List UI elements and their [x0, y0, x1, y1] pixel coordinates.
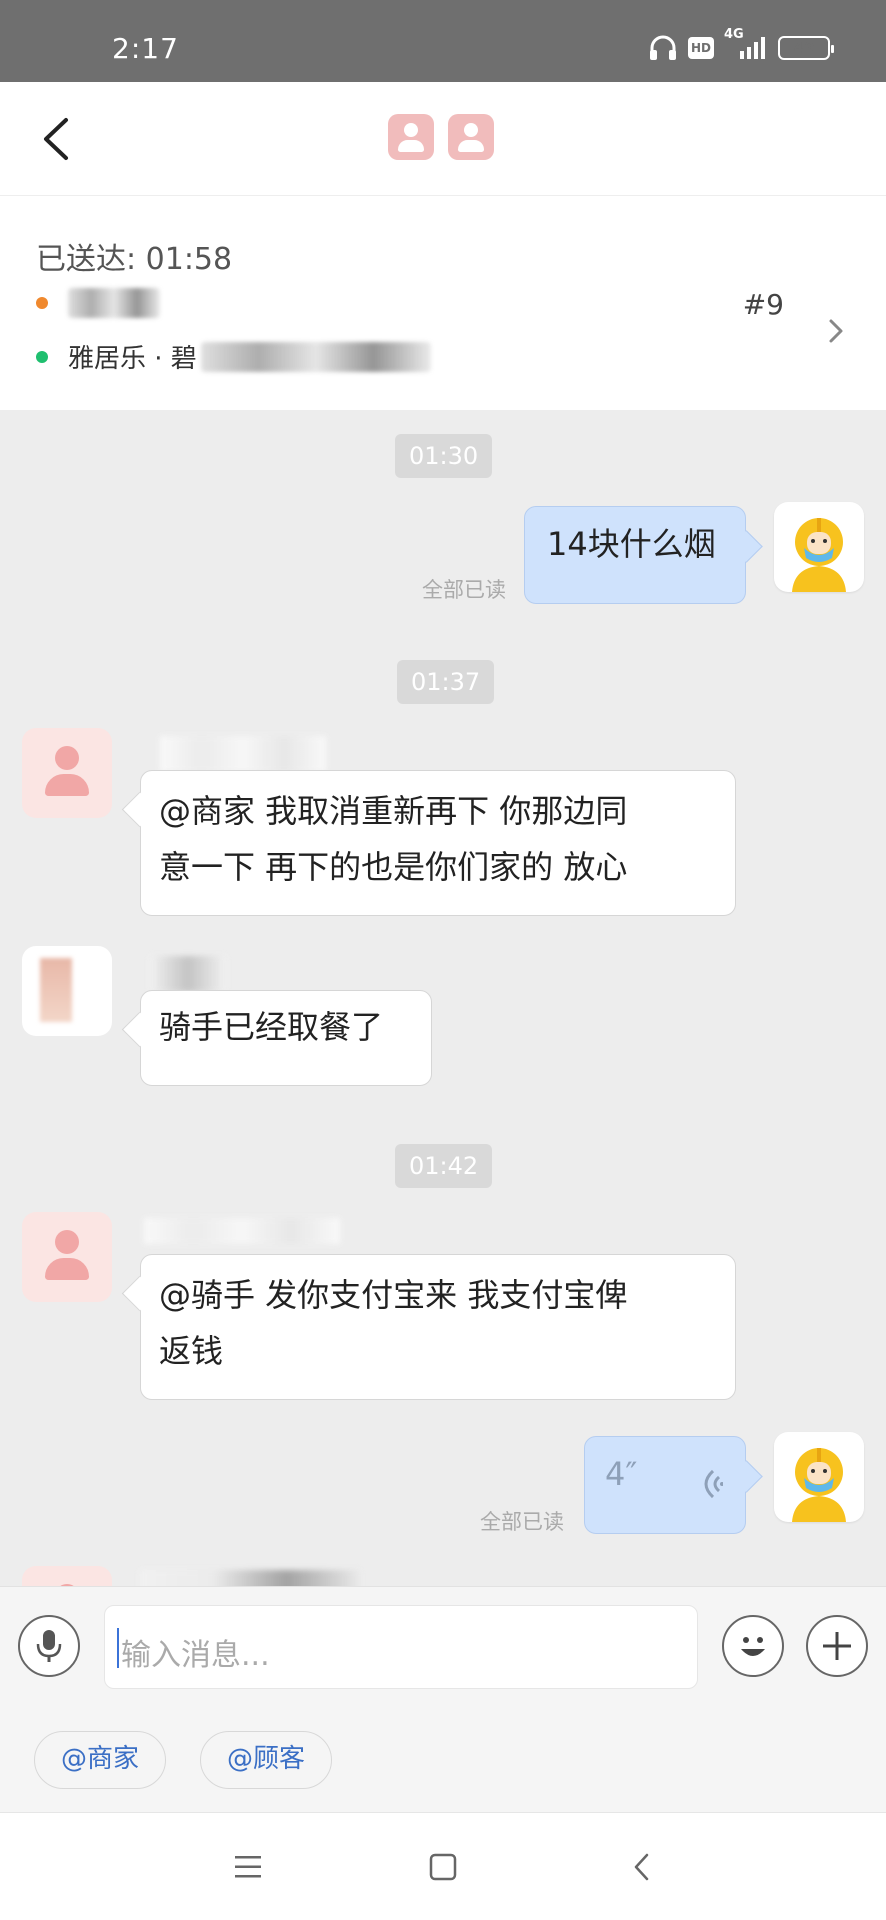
chevron-left-icon [44, 118, 68, 160]
message-text: 意一下 再下的也是你们家的 放心 [159, 848, 628, 886]
read-status: 全部已读 [480, 1510, 564, 1534]
group-avatars[interactable] [388, 114, 494, 160]
shop-dot-icon [36, 297, 48, 309]
message-bubble-incoming[interactable]: @商家 我取消重新再下 你那边同 意一下 再下的也是你们家的 放心 [140, 770, 736, 916]
shop-name-blurred [68, 288, 160, 318]
order-card[interactable]: 已送达: 01:58 雅居乐 · 碧 #9 [0, 196, 886, 410]
message-input-placeholder: 输入消息... [121, 1638, 270, 1673]
text-caret [117, 1628, 119, 1668]
user-avatar[interactable] [22, 1212, 112, 1302]
chat-area[interactable]: 01:30 14块什么烟 全部已读 01:37 @商家 我取消重新再下 你那边同… [0, 410, 886, 1586]
square-icon [429, 1853, 457, 1881]
menu-button[interactable] [228, 1847, 268, 1887]
mention-merchant-chip[interactable]: @商家 [34, 1731, 167, 1789]
message-text: 骑手已经取餐了 [159, 1008, 384, 1046]
rider-helmet-icon [792, 1448, 846, 1522]
message-text: @骑手 发你支付宝来 我支付宝俾 [159, 1276, 628, 1314]
message-text: 14块什么烟 [547, 525, 716, 563]
microphone-icon [36, 1630, 62, 1662]
chevron-left-icon [634, 1853, 649, 1881]
voice-message-bubble[interactable]: 4″ [584, 1436, 746, 1534]
message-text: @商家 我取消重新再下 你那边同 [159, 792, 628, 830]
battery-icon: 49 [778, 36, 834, 60]
address-text: 雅居乐 · 碧 [68, 344, 197, 374]
status-time: 2:17 [112, 32, 179, 65]
sender-name-blurred [160, 736, 326, 772]
avatar [388, 114, 434, 160]
shop-row [36, 288, 160, 318]
chevron-right-icon [829, 319, 843, 343]
sender-name-blurred [144, 1218, 340, 1244]
sender-name-blurred [140, 1570, 360, 1586]
back-button[interactable] [36, 112, 76, 166]
message-input[interactable]: 输入消息... [104, 1605, 698, 1689]
message-input-bar: 输入消息... @商家 @顾客 [0, 1586, 886, 1812]
sender-name-blurred [150, 956, 226, 992]
rider-avatar[interactable] [774, 502, 864, 592]
user-avatar[interactable] [22, 1566, 112, 1586]
headphones-icon [648, 34, 678, 62]
user-avatar[interactable] [22, 728, 112, 818]
message-bubble-outgoing[interactable]: 14块什么烟 [524, 506, 746, 604]
voice-wave-icon [704, 1469, 723, 1499]
rider-avatar[interactable] [774, 1432, 864, 1522]
battery-level: 49 [793, 39, 815, 57]
emoji-button[interactable] [722, 1615, 784, 1677]
address-blurred [200, 341, 431, 372]
read-status: 全部已读 [422, 578, 506, 602]
plus-icon [823, 1632, 851, 1660]
status-icons: HD 4G 49 [648, 27, 834, 62]
home-button[interactable] [423, 1847, 463, 1887]
signal-icon: 4G [724, 27, 768, 61]
hd-icon: HD [688, 37, 714, 59]
timestamp: 01:42 [395, 1144, 493, 1188]
message-bubble-incoming[interactable]: @骑手 发你支付宝来 我支付宝俾 返钱 [140, 1254, 736, 1400]
timestamp: 01:37 [397, 660, 495, 704]
chat-header [0, 82, 886, 196]
nav-back-button[interactable] [622, 1847, 662, 1887]
message-bubble-incoming[interactable]: 骑手已经取餐了 [140, 990, 432, 1086]
timestamp: 01:30 [395, 434, 493, 478]
order-number: #9 [742, 288, 784, 321]
more-button[interactable] [806, 1615, 868, 1677]
address-dot-icon [36, 350, 48, 363]
voice-duration: 4″ [605, 1455, 638, 1493]
message-text: 返钱 [159, 1332, 224, 1370]
status-bar: 2:17 HD 4G 49 [0, 0, 886, 82]
system-nav-bar [0, 1812, 886, 1920]
user-avatar[interactable] [22, 946, 112, 1036]
avatar [448, 114, 494, 160]
delivered-time: 已送达: 01:58 [36, 242, 233, 277]
rider-helmet-icon [792, 518, 846, 592]
address-row: 雅居乐 · 碧 [36, 338, 431, 375]
mention-customer-chip[interactable]: @顾客 [200, 1731, 333, 1789]
smiley-icon [741, 1637, 765, 1656]
network-type: 4G [724, 27, 744, 42]
voice-input-button[interactable] [18, 1615, 80, 1677]
menu-icon [235, 1856, 261, 1878]
